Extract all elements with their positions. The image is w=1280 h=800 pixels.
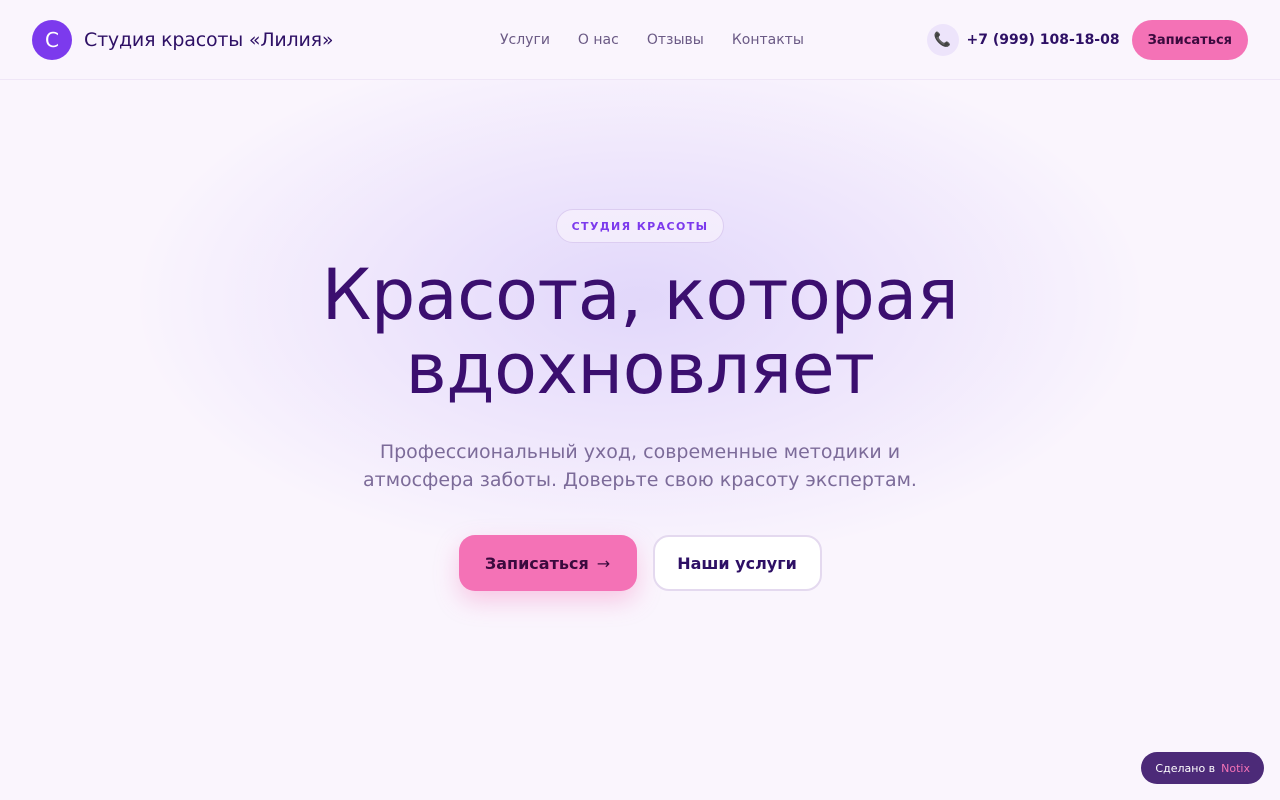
nav-link-contacts[interactable]: Контакты bbox=[732, 32, 804, 48]
header-contacts: 📞 +7 (999) 108-18-08 Записаться bbox=[926, 0, 1248, 80]
hero-actions: Записаться → Наши услуги bbox=[0, 535, 1280, 591]
made-with-prefix: Сделано в bbox=[1155, 761, 1216, 775]
hero-book-label: Записаться bbox=[484, 553, 589, 573]
nav-link-services[interactable]: Услуги bbox=[500, 32, 550, 48]
nav-link-about[interactable]: О нас bbox=[578, 32, 619, 48]
hero-title: Красота, которая вдохновляет bbox=[0, 258, 1280, 406]
hero-subtitle: Профессиональный уход, современные метод… bbox=[363, 441, 917, 491]
brand-name: Студия красоты «Лилия» bbox=[84, 28, 334, 51]
made-with-brand: Notix bbox=[1221, 761, 1250, 775]
site-header: С Студия красоты «Лилия» Услуги О нас От… bbox=[0, 0, 1280, 80]
arrow-right-icon: → bbox=[596, 553, 611, 573]
main-nav: Услуги О нас Отзывы Контакты bbox=[500, 0, 804, 80]
made-with-badge[interactable]: Сделано в Notix bbox=[1141, 752, 1264, 784]
hero-book-button[interactable]: Записаться → bbox=[458, 535, 637, 591]
logo-mark: С bbox=[32, 19, 72, 60]
hero-badge: СТУДИЯ КРАСОТЫ bbox=[556, 209, 724, 243]
hero-title-line2: вдохновляет bbox=[405, 328, 875, 410]
hero-services-button[interactable]: Наши услуги bbox=[652, 535, 822, 591]
phone-number[interactable]: +7 (999) 108-18-08 bbox=[967, 32, 1120, 48]
brand[interactable]: С Студия красоты «Лилия» bbox=[32, 19, 334, 60]
nav-link-reviews[interactable]: Отзывы bbox=[647, 32, 704, 48]
phone-icon: 📞 bbox=[926, 24, 959, 56]
hero-title-line1: Красота, которая bbox=[321, 254, 959, 336]
header-book-button[interactable]: Записаться bbox=[1131, 20, 1248, 60]
